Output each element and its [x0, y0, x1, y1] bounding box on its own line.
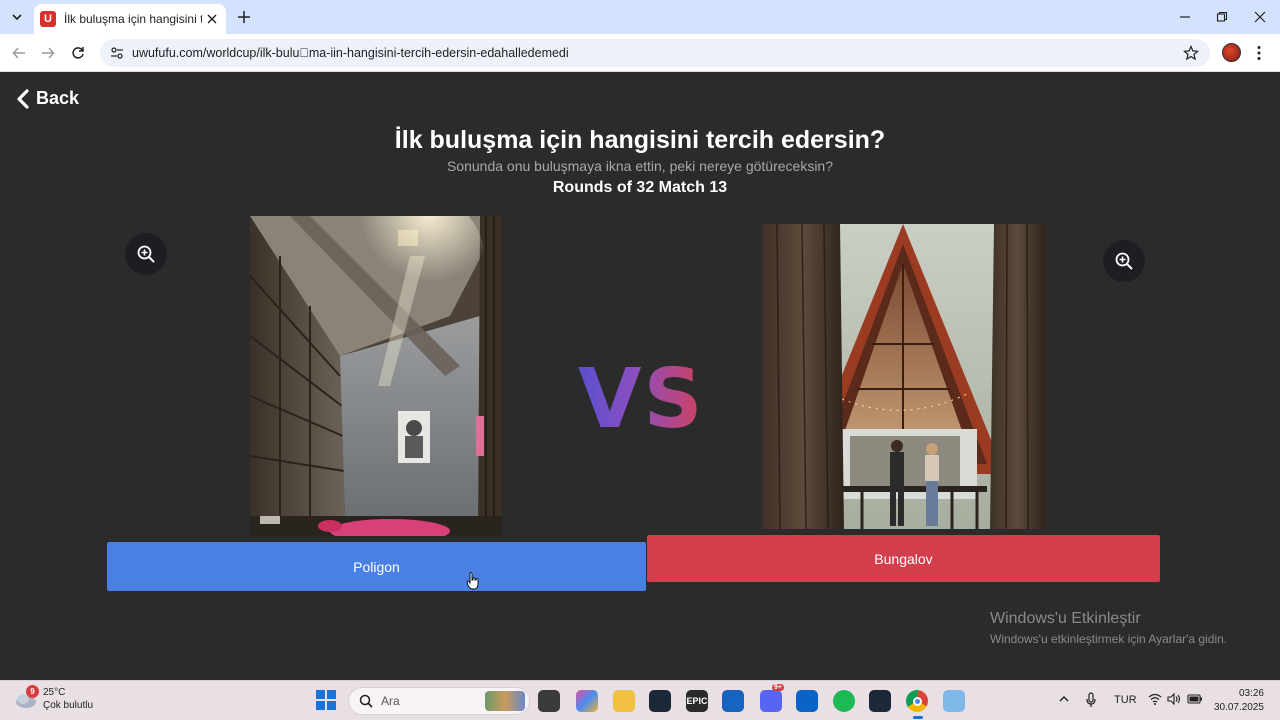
- copilot-icon[interactable]: [576, 690, 598, 712]
- discord-badge: 9+: [772, 684, 784, 691]
- volume-icon[interactable]: [1167, 692, 1181, 708]
- vs-label: VS: [578, 352, 705, 447]
- chevron-left-icon: [17, 88, 29, 109]
- site-favicon-icon: U: [40, 11, 56, 27]
- windows-start-icon[interactable]: [316, 690, 336, 710]
- activation-subtitle: Windows'u etkinleştirmek için Ayarlar'a …: [990, 632, 1228, 646]
- restore-icon[interactable]: [1211, 6, 1233, 28]
- reload-icon[interactable]: [67, 42, 89, 64]
- worldcup-page: Back İlk buluşma için hangisini tercih e…: [0, 72, 1280, 680]
- tab-title: İlk buluşma için hangisini tercih edersi…: [64, 12, 202, 26]
- profile-avatar[interactable]: [1222, 43, 1241, 62]
- windows-activation-watermark: Windows'u Etkinleştir Windows'u etkinleş…: [990, 610, 1227, 646]
- zoom-in-icon: [137, 245, 155, 263]
- hand-cursor-icon: [466, 572, 480, 595]
- battery-icon[interactable]: [1187, 693, 1203, 708]
- tab-search-chevron-icon[interactable]: [6, 6, 28, 28]
- chrome-active-indicator: [913, 716, 923, 719]
- search-label: Ara: [381, 694, 400, 708]
- search-icon: [359, 694, 373, 708]
- choice-left-button[interactable]: Poligon: [107, 542, 646, 591]
- bungalow-image[interactable]: [762, 224, 1045, 529]
- choice-right-button[interactable]: Bungalov: [647, 535, 1160, 582]
- back-button[interactable]: Back: [16, 88, 79, 109]
- site-info-icon[interactable]: [108, 44, 126, 62]
- microphone-icon[interactable]: [1085, 692, 1097, 711]
- page-title: İlk buluşma için hangisini tercih edersi…: [394, 126, 886, 154]
- discord-icon[interactable]: 9+: [760, 684, 784, 712]
- new-tab-plus-icon[interactable]: [234, 7, 254, 27]
- weather-badge: 9: [26, 685, 39, 698]
- tray-chevron-up-icon[interactable]: [1058, 693, 1070, 708]
- round-indicator: Rounds of 32 Match 13: [552, 179, 728, 196]
- browser-toolbar: uwufufu.com/worldcup/ilk-bulu ma-iin-han…: [0, 34, 1280, 72]
- activation-title: Windows'u Etkinleştir: [990, 610, 1141, 627]
- chrome-icon[interactable]: [906, 690, 928, 712]
- zoom-right-button[interactable]: [1103, 240, 1145, 282]
- search-highlight-image: [485, 691, 525, 711]
- browser-tab-bar: U İlk buluşma için hangisini tercih eder…: [0, 0, 1280, 34]
- clock-time: 03:26: [1238, 688, 1264, 699]
- forward-arrow-icon[interactable]: [37, 42, 59, 64]
- steam-icon[interactable]: [649, 690, 671, 712]
- weather-description: Çok bulutlu: [43, 700, 94, 711]
- task-view-icon[interactable]: [538, 690, 560, 712]
- taskbar-search[interactable]: Ara: [348, 687, 530, 715]
- bookmark-star-icon[interactable]: [1182, 44, 1200, 62]
- weather-widget[interactable]: 9 25°C Çok bulutlu: [14, 685, 94, 712]
- epic-games-icon[interactable]: EPIC: [686, 690, 708, 712]
- address-bar[interactable]: uwufufu.com/worldcup/ilk-bulu ma-iin-han…: [100, 39, 1210, 67]
- url-text[interactable]: uwufufu.com/worldcup/ilk-bulu ma-iin-han…: [132, 46, 569, 60]
- system-clock[interactable]: 03:26 30.07.2025: [1212, 687, 1264, 715]
- browser-tab-active[interactable]: U İlk buluşma için hangisini tercih eder…: [34, 4, 226, 34]
- windows-taskbar: 9 25°C Çok bulutlu Ara EPIC 9+ TUR 03:26…: [0, 680, 1280, 720]
- steam-alt-icon[interactable]: [869, 690, 891, 712]
- zoom-left-button[interactable]: [125, 233, 167, 275]
- back-arrow-icon[interactable]: [8, 42, 30, 64]
- zoom-in-icon: [1115, 252, 1133, 270]
- cloud-icon: 9: [14, 685, 39, 711]
- outlook-icon[interactable]: [796, 690, 818, 712]
- app-icon[interactable]: [943, 690, 965, 712]
- microsoft-store-icon[interactable]: [722, 690, 744, 712]
- browser-menu-icon[interactable]: [1252, 42, 1266, 64]
- tab-close-icon[interactable]: [204, 11, 220, 27]
- language-indicator[interactable]: TUR: [1114, 694, 1137, 706]
- wifi-icon[interactable]: [1148, 693, 1162, 708]
- clock-date: 30.07.2025: [1213, 702, 1264, 713]
- file-explorer-icon[interactable]: [613, 690, 635, 712]
- shooting-range-image[interactable]: [250, 216, 502, 536]
- temperature: 25°C: [43, 687, 66, 698]
- back-label: Back: [36, 88, 80, 108]
- spotify-icon[interactable]: [833, 690, 855, 712]
- close-window-icon[interactable]: [1249, 6, 1271, 28]
- page-subtitle: Sonunda onu buluşmaya ikna ettin, peki n…: [446, 158, 834, 174]
- minimize-icon[interactable]: [1174, 6, 1196, 28]
